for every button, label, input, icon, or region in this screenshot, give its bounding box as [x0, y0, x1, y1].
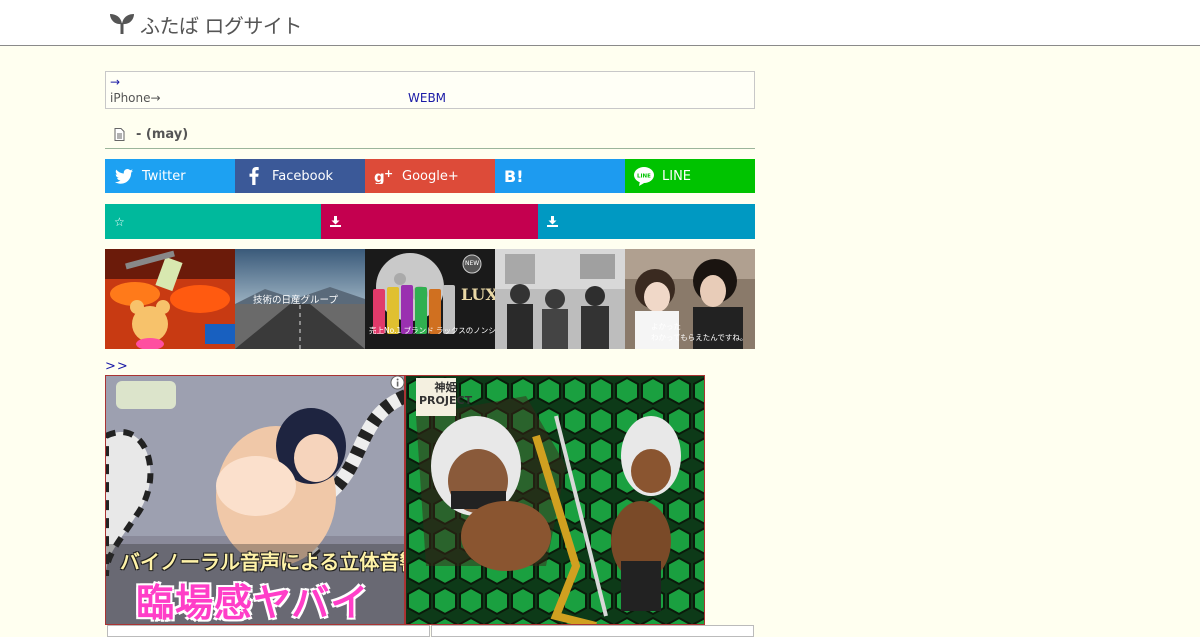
thumb-shampoo[interactable]: NEW LUX 売上No.1 ブランド ラックスのノンシリコン — [365, 249, 495, 349]
comment-box-2 — [431, 625, 754, 637]
new-badge: NEW — [465, 260, 480, 267]
sprout-icon — [110, 14, 134, 34]
banner-ad-binaural[interactable]: バイノーラル音声による立体音響 臨場感ヤバイ — [105, 375, 405, 625]
share-buttons: Twitter Facebook g + Google+ B! LINE LINE — [105, 159, 755, 193]
facebook-icon — [249, 167, 259, 185]
line-icon: LINE — [634, 166, 654, 186]
twitter-share-button[interactable]: Twitter — [105, 159, 235, 193]
site-logo[interactable]: ふたば ログサイト — [108, 11, 302, 38]
thumb-couple[interactable]: よかった わかってもらえたんですね。 — [625, 249, 755, 349]
ad-logo: 神姫 PROJECT — [419, 381, 473, 407]
svg-text:LINE: LINE — [637, 173, 651, 179]
iphone-label: iPhone→ — [110, 91, 161, 105]
google-plus-share-button[interactable]: g + Google+ — [365, 159, 495, 193]
facebook-share-label: Facebook — [272, 168, 334, 184]
ad-headline-1: バイノーラル音声による立体音響 — [120, 550, 405, 574]
thumb-caption: 技術の日産グループ — [253, 295, 338, 306]
thumb-group-photo[interactable] — [495, 249, 625, 349]
action-buttons: ☆ — [105, 204, 755, 239]
webm-link[interactable]: WEBM — [408, 91, 446, 105]
hatena-bookmark-icon: B! — [504, 166, 524, 186]
star-icon: ☆ — [114, 214, 125, 229]
thumb-road[interactable]: 技術の日産グループ — [235, 249, 365, 349]
post-title-bar: - (may) — [105, 121, 755, 149]
thumb-food-mascot[interactable] — [105, 249, 235, 349]
facebook-share-button[interactable]: Facebook — [235, 159, 365, 193]
line-share-label: LINE — [662, 168, 692, 184]
ad-headline-2: 臨場感ヤバイ — [136, 581, 370, 625]
google-plus-share-label: Google+ — [402, 168, 459, 184]
site-header: ふたば ログサイト — [0, 0, 1200, 46]
more-link[interactable]: >> — [105, 359, 129, 374]
related-thumbnails: 技術の日産グループ NEW LUX 売上No.1 ブランド ラックスのノンシリコ… — [105, 249, 755, 349]
download-icon — [330, 216, 341, 227]
banner-ad-kamihime[interactable]: 神姫 PROJECT — [405, 375, 705, 625]
twitter-icon — [115, 168, 133, 184]
ad-info-icon[interactable] — [390, 375, 405, 390]
comment-box-1 — [107, 625, 430, 637]
hatena-bookmark-button[interactable]: B! — [495, 159, 625, 193]
thumb-caption: 売上No.1 ブランド ラックスのノンシリコン — [369, 326, 495, 335]
download-button-1[interactable] — [321, 204, 538, 239]
download-icon — [547, 216, 558, 227]
line-share-button[interactable]: LINE LINE — [625, 159, 755, 193]
info-arrow-link[interactable]: → — [110, 75, 120, 89]
favorite-button[interactable]: ☆ — [105, 204, 321, 239]
google-plus-icon: g + — [374, 168, 393, 184]
download-button-2[interactable] — [538, 204, 755, 239]
document-icon — [114, 128, 125, 141]
site-title: ふたば ログサイト — [140, 13, 302, 38]
twitter-share-label: Twitter — [142, 168, 186, 184]
svg-text:+: + — [384, 168, 393, 180]
lux-brand: LUX — [461, 285, 495, 304]
info-box: → iPhone→ WEBM — [105, 71, 755, 109]
thumb-caption: よかった わかってもらえたんですね。 — [651, 322, 748, 342]
post-title: - (may) — [136, 127, 189, 142]
